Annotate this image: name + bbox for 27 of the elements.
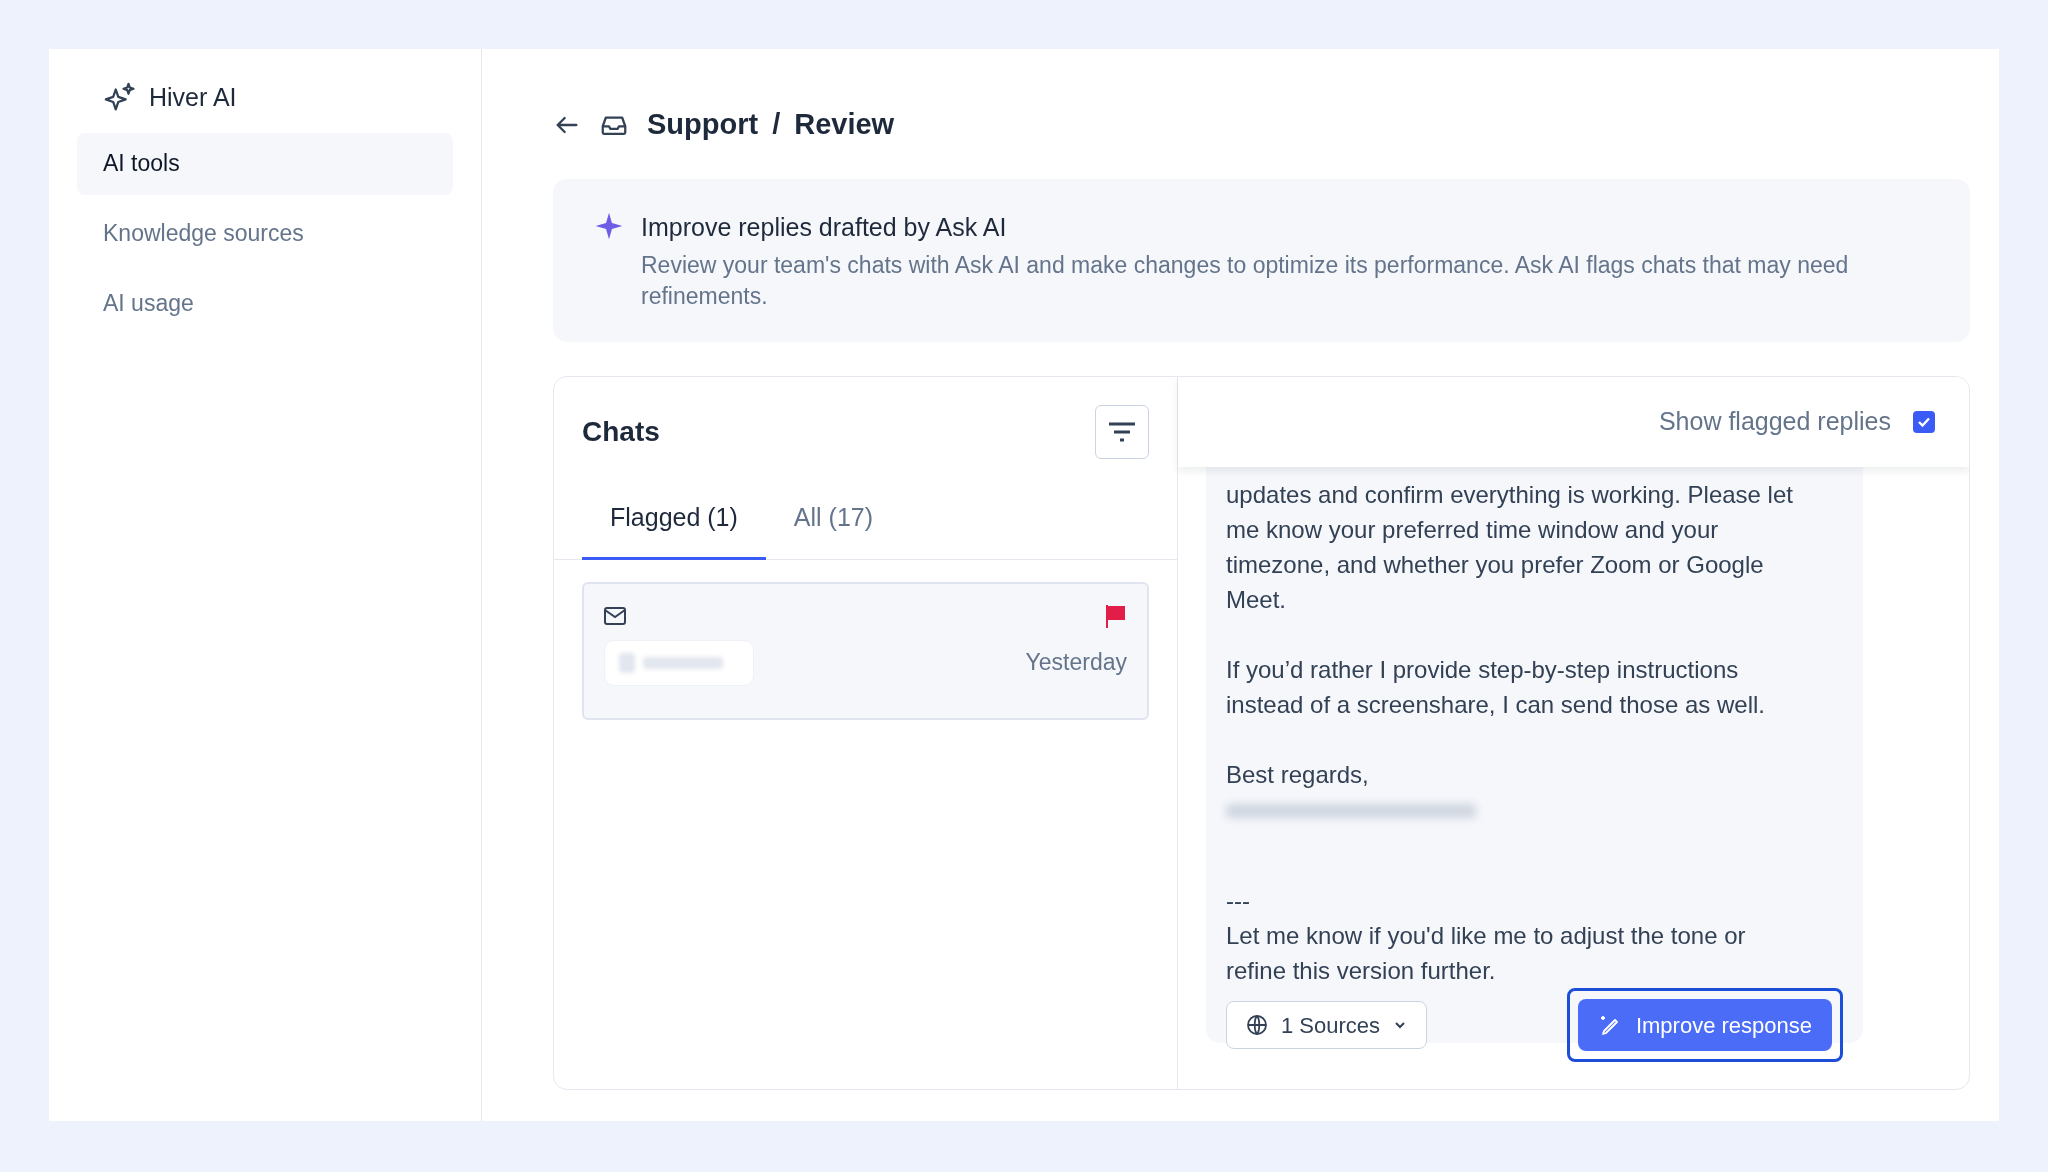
reply-paragraph: If you’d rather I provide step-by-step instructions instead of a screenshare, I can send those as well.	[1226, 655, 1766, 720]
reply-paragraph: Best regards,	[1226, 760, 1370, 790]
mail-icon	[604, 606, 626, 625]
filter-icon	[1107, 420, 1137, 444]
breadcrumb-item: Review	[794, 107, 895, 142]
brand-name: Hiver AI	[149, 82, 237, 113]
show-flagged-label: Show flagged replies	[1658, 406, 1891, 438]
filter-button[interactable]	[1095, 405, 1149, 459]
sidebar-item[interactable]: Knowledge sources	[77, 202, 453, 265]
sidebar-item[interactable]: AI usage	[77, 272, 453, 335]
breadcrumb-separator: /	[772, 107, 781, 142]
chat-tab[interactable]: All (17)	[793, 499, 874, 560]
flag-icon[interactable]	[1103, 603, 1127, 628]
banner-title: Improve replies drafted by Ask AI	[641, 211, 1008, 243]
sources-dropdown[interactable]: 1 Sources	[1226, 1001, 1428, 1049]
sidebar-item[interactable]: AI tools	[77, 132, 453, 195]
globe-icon	[1245, 1013, 1269, 1037]
chat-tab[interactable]: Flagged (1)	[582, 499, 766, 560]
reply-paragraph: --- Let me know if you'd like me to adjust the tone or refine this version further.	[1226, 886, 1747, 986]
breadcrumb-item[interactable]: Support	[647, 103, 759, 147]
chats-title: Chats	[582, 415, 660, 449]
reply-paragraph: updates and confirm everything is working. Please let me know your preferred time window and your timezone, and whether you prefer Zoom or Google Meet.	[1226, 480, 1794, 615]
banner-text: Review your team's chats with Ask AI and make changes to optimize its performance. Ask AI flags chats that may need refinements.	[641, 251, 1850, 311]
show-flagged-checkbox[interactable]	[1913, 411, 1935, 433]
chat-time: Yesterday	[1025, 648, 1127, 678]
improve-response-button[interactable]: Improve response	[1577, 999, 1832, 1051]
chat-item[interactable]: Yesterday	[582, 581, 1149, 720]
